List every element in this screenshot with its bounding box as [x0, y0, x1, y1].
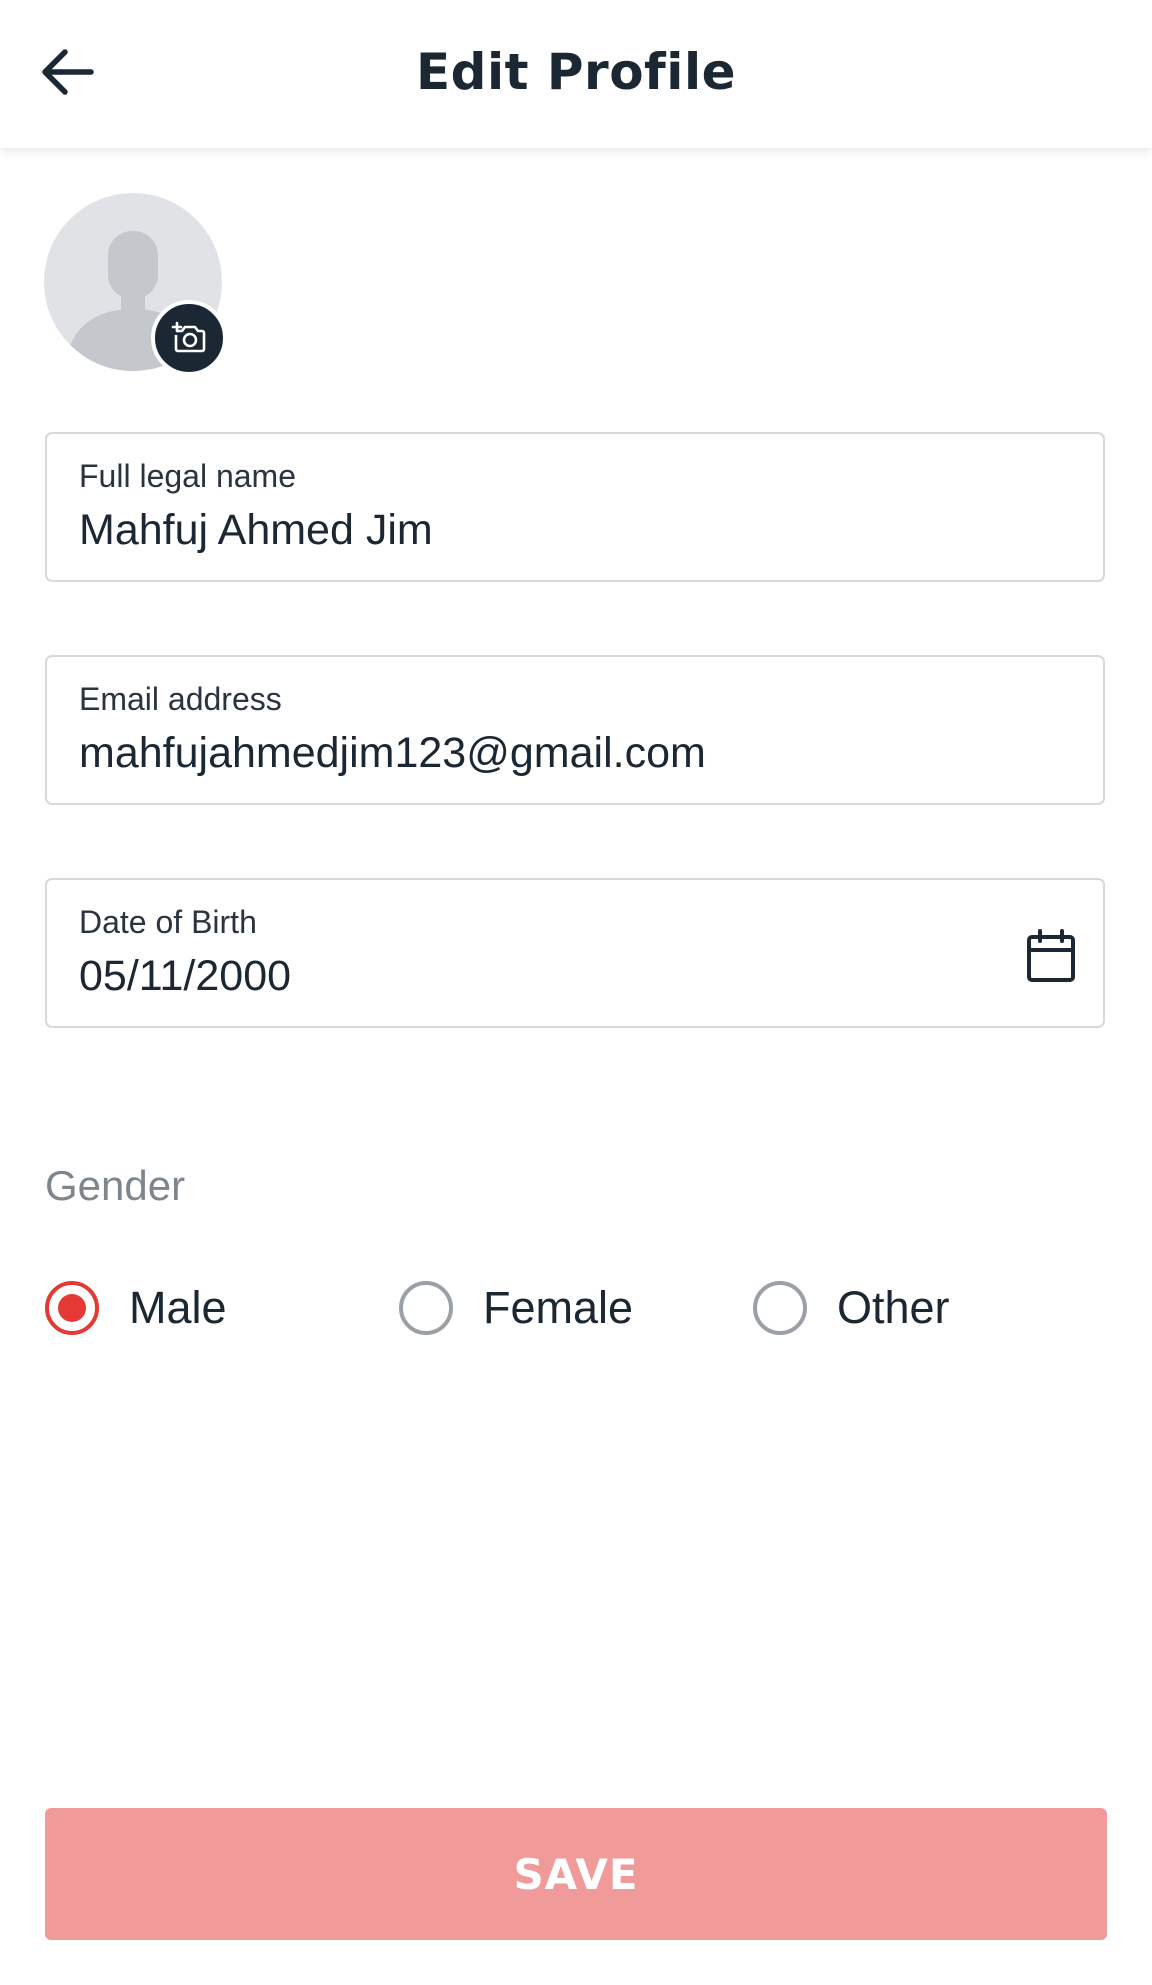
calendar-button[interactable]: [1025, 928, 1077, 984]
save-button-label: SAVE: [513, 1849, 639, 1899]
full-name-input[interactable]: [79, 506, 1009, 555]
radio-unchecked-icon[interactable]: [399, 1281, 453, 1335]
email-input[interactable]: [79, 729, 1009, 778]
app-header: Edit Profile: [0, 0, 1152, 148]
full-name-field[interactable]: Full legal name: [45, 432, 1105, 582]
radio-unchecked-icon[interactable]: [753, 1281, 807, 1335]
calendar-icon: [1027, 929, 1075, 982]
page-title: Edit Profile: [416, 43, 736, 101]
change-photo-button[interactable]: [151, 300, 227, 376]
full-name-label: Full legal name: [79, 458, 296, 494]
gender-option-female[interactable]: Female: [399, 1278, 633, 1338]
dob-label: Date of Birth: [79, 904, 257, 940]
gender-option-label: Female: [483, 1282, 634, 1333]
gender-option-other[interactable]: Other: [753, 1278, 950, 1338]
gender-option-label: Male: [129, 1282, 227, 1333]
gender-label: Gender: [45, 1162, 186, 1209]
email-label: Email address: [79, 681, 282, 717]
radio-checked-icon[interactable]: [45, 1281, 99, 1335]
gender-option-male[interactable]: Male: [45, 1278, 227, 1338]
dob-field[interactable]: Date of Birth: [45, 878, 1105, 1028]
dob-input[interactable]: [79, 952, 1009, 1001]
gender-option-label: Other: [837, 1282, 950, 1333]
save-button[interactable]: SAVE: [45, 1808, 1107, 1940]
email-field[interactable]: Email address: [45, 655, 1105, 805]
add-photo-camera-icon: [171, 321, 206, 353]
